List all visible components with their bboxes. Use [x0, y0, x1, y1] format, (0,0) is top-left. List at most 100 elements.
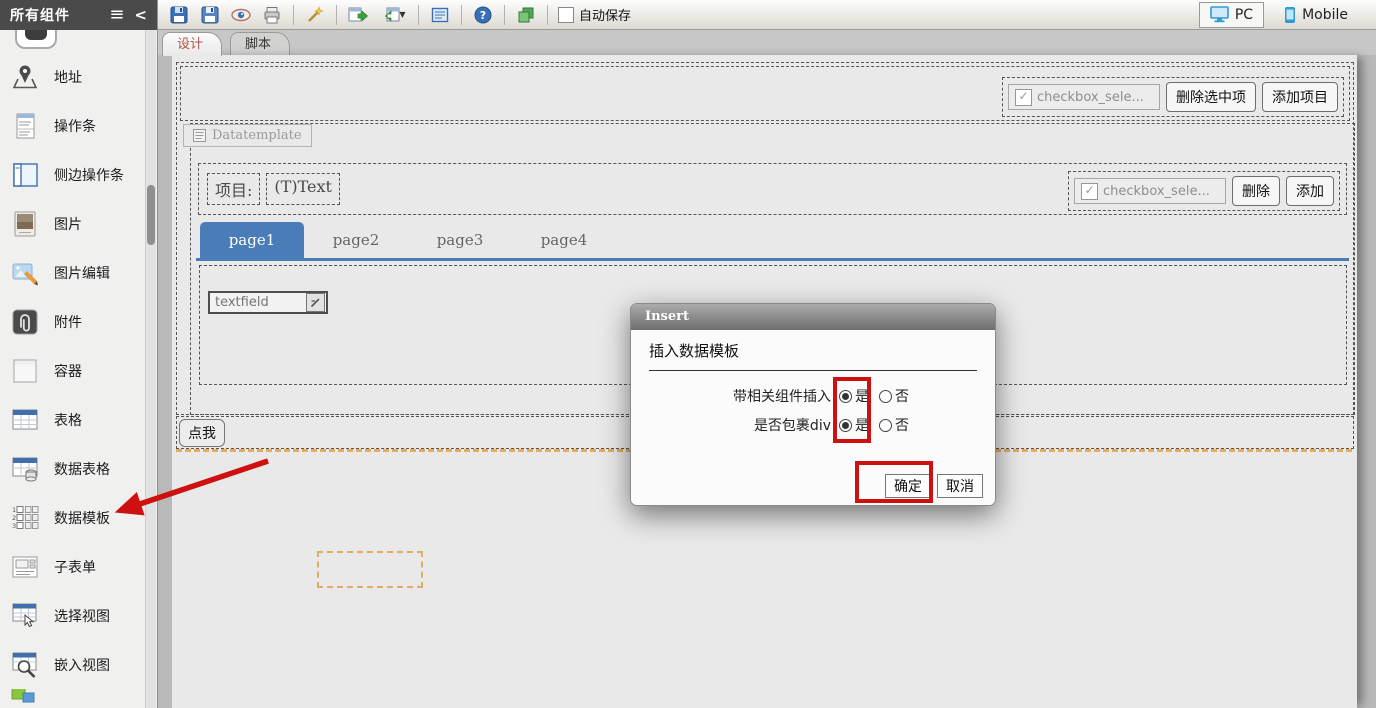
annotation-rect-ok: [855, 461, 933, 503]
template-top-row[interactable]: checkbox_sele... 删除选中项 添加项目: [180, 66, 1350, 121]
page-tabs: page1 page2 page3 page4: [200, 222, 616, 258]
svg-text:2: 2: [12, 514, 16, 522]
dialog-title-bar[interactable]: Insert: [631, 304, 995, 330]
clipped-button-icon: [15, 30, 57, 49]
table-icon: [9, 404, 41, 436]
help-icon[interactable]: ?: [470, 3, 496, 27]
textfield-widget[interactable]: [208, 291, 328, 314]
wand-icon[interactable]: [302, 3, 328, 27]
checkbox-icon[interactable]: [1081, 182, 1098, 200]
formula-edit-icon[interactable]: [306, 293, 325, 312]
device-toggle: PC Mobile: [1198, 1, 1358, 28]
option-row-related-components: 带相关组件插入 是 否: [733, 389, 909, 405]
form-list-icon[interactable]: [427, 3, 453, 27]
cancel-button[interactable]: 取消: [937, 474, 983, 498]
item-fields: 项目: (T)Text: [207, 173, 340, 205]
print-icon[interactable]: [259, 3, 285, 27]
toolbar-separator: [418, 4, 419, 25]
sidebar-item-select-view[interactable]: 选择视图: [0, 591, 145, 640]
clipped-green-icon: [9, 689, 41, 708]
layers-icon[interactable]: [513, 3, 539, 27]
export-icon[interactable]: [345, 3, 371, 27]
sidebar-item-container[interactable]: 容器: [0, 346, 145, 395]
sidebar-item-side-action-bar[interactable]: 侧边操作条: [0, 150, 145, 199]
sidebar-item-data-table[interactable]: 数据表格: [0, 444, 145, 493]
add-item-button[interactable]: 添加项目: [1262, 82, 1338, 112]
tab-script[interactable]: 脚本: [230, 32, 291, 56]
import-icon[interactable]: ▼: [376, 3, 410, 27]
sidebar-header: 所有组件 ≡ <: [0, 0, 157, 30]
main-toolbar: ▼ ? 自动保存 PC Mobile: [158, 0, 1376, 30]
sidebar-item-partial[interactable]: [0, 689, 145, 708]
insert-dialog: Insert 插入数据模板 带相关组件插入 是 否 是否包裹div 是 否 确定…: [630, 303, 996, 506]
mobile-phone-icon: [1285, 6, 1296, 23]
top-button-group[interactable]: checkbox_sele... 删除选中项 添加项目: [1002, 77, 1344, 117]
device-mobile-button[interactable]: Mobile: [1274, 3, 1358, 27]
sidebar-item-clipped[interactable]: [0, 30, 145, 52]
attachment-icon: [9, 306, 41, 338]
item-row[interactable]: 项目: (T)Text checkbox_sele... 删除 添加: [198, 163, 1347, 215]
tab-underline: [196, 258, 1349, 261]
scrollbar-thumb[interactable]: [147, 185, 155, 245]
checkbox-select-all-field[interactable]: checkbox_sele...: [1008, 84, 1160, 110]
sidebar-item-image-edit[interactable]: 图片编辑: [0, 248, 145, 297]
tab-page3[interactable]: page3: [408, 222, 512, 258]
menu-icon[interactable]: ≡: [109, 6, 124, 24]
delete-button[interactable]: 删除: [1232, 176, 1280, 206]
item-button-group[interactable]: checkbox_sele... 删除 添加: [1068, 171, 1340, 211]
toolbar-separator: [293, 4, 294, 25]
radio-no[interactable]: [879, 418, 892, 432]
add-button[interactable]: 添加: [1286, 176, 1334, 206]
textfield-input[interactable]: [210, 295, 305, 310]
svg-text:1: 1: [12, 506, 16, 514]
drop-placeholder-rect: [317, 551, 423, 588]
click-me-button[interactable]: 点我: [179, 419, 225, 447]
pc-monitor-icon: [1210, 6, 1229, 23]
sidebar-scrollbar[interactable]: [145, 30, 156, 708]
sidebar-title: 所有组件: [10, 8, 70, 24]
tab-design[interactable]: 设计: [162, 32, 223, 56]
sidebar-item-address[interactable]: 地址: [0, 52, 145, 101]
preview-icon[interactable]: [228, 3, 254, 27]
tab-page1[interactable]: page1: [200, 222, 304, 258]
datatemplate-tag[interactable]: Datatemplate: [183, 124, 312, 147]
option-row-wrap-div: 是否包裹div 是 否: [753, 418, 909, 434]
save-icon[interactable]: [166, 3, 192, 27]
side-action-bar-icon: [9, 159, 41, 191]
save-as-icon[interactable]: [197, 3, 223, 27]
sidebar-item-attachment[interactable]: 附件: [0, 297, 145, 346]
checkbox-select-field[interactable]: checkbox_sele...: [1074, 178, 1226, 204]
checkbox-icon[interactable]: [1015, 88, 1032, 106]
sidebar-item-subform[interactable]: 子表单: [0, 542, 145, 591]
dialog-body: 插入数据模板 带相关组件插入 是 否 是否包裹div 是 否 确定 取消: [631, 330, 995, 505]
select-view-icon: [9, 600, 41, 632]
toolbar-separator: [547, 4, 548, 25]
list-icon: [193, 129, 206, 142]
sidebar-item-embed-view[interactable]: 嵌入视图: [0, 640, 145, 689]
toolbar-separator: [461, 4, 462, 25]
autosave-toggle[interactable]: 自动保存: [558, 5, 631, 24]
sidebar-item-action-bar[interactable]: 操作条: [0, 101, 145, 150]
item-label-field[interactable]: 项目:: [207, 173, 261, 205]
svg-text:?: ?: [480, 9, 486, 22]
sidebar-item-table[interactable]: 表格: [0, 395, 145, 444]
tab-page4[interactable]: page4: [512, 222, 616, 258]
autosave-checkbox[interactable]: [558, 6, 574, 23]
device-pc-button[interactable]: PC: [1198, 1, 1265, 28]
delete-selected-button[interactable]: 删除选中项: [1166, 82, 1256, 112]
item-text-field[interactable]: (T)Text: [266, 173, 340, 205]
autosave-label: 自动保存: [579, 9, 632, 24]
editor-tab-strip: 设计 脚本: [158, 30, 1376, 56]
subform-icon: [9, 551, 41, 583]
embed-view-icon: [9, 649, 41, 681]
components-sidebar: 所有组件 ≡ < 地址 操作条 侧边操作条 图片 图片编辑 附件 容器 表格 数…: [0, 0, 158, 708]
collapse-sidebar-icon[interactable]: <: [134, 6, 147, 24]
radio-no[interactable]: [879, 389, 892, 403]
sidebar-item-image[interactable]: 图片: [0, 199, 145, 248]
action-bar-icon: [9, 110, 41, 142]
annotation-rect-radios: [833, 377, 871, 443]
sidebar-item-data-template[interactable]: 123 数据模板: [0, 493, 145, 542]
image-icon: [9, 208, 41, 240]
dropdown-caret-icon: ▼: [399, 10, 406, 19]
tab-page2[interactable]: page2: [304, 222, 408, 258]
